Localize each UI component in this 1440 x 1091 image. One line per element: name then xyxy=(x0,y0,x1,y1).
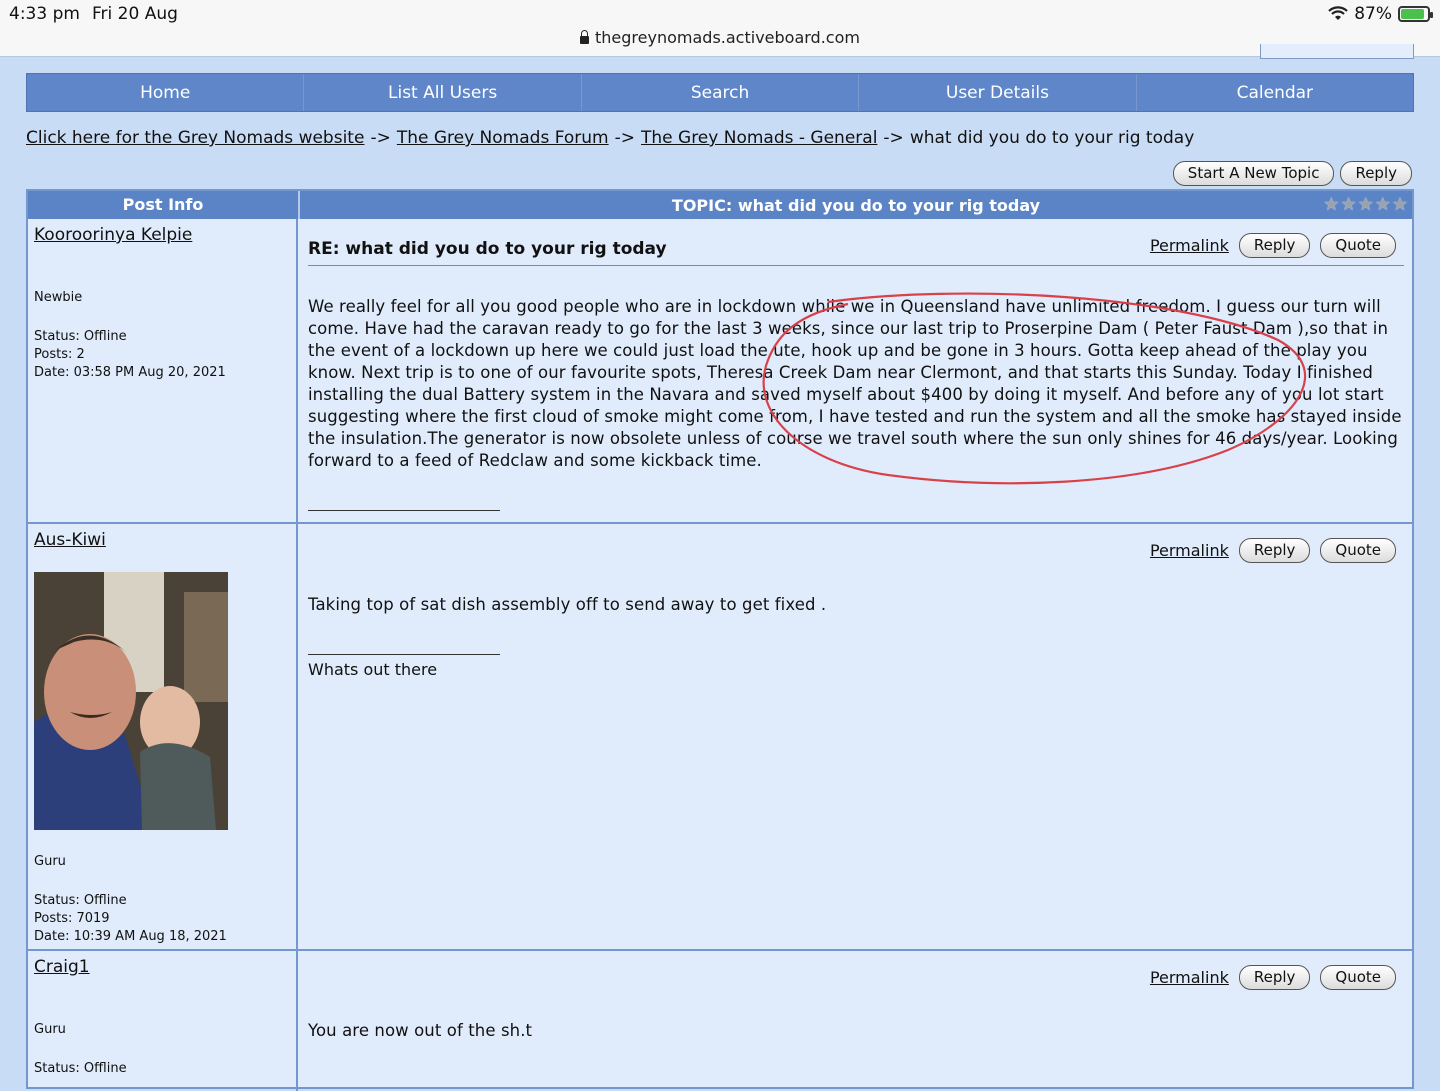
signature-divider xyxy=(308,654,500,655)
post-signature: Whats out there xyxy=(308,660,438,679)
title-divider xyxy=(308,265,1404,266)
breadcrumb-current: what did you do to your rig today xyxy=(909,128,1195,148)
quote-button[interactable]: Quote xyxy=(1320,965,1396,990)
permalink-link[interactable]: Permalink xyxy=(1150,236,1229,255)
post-body: You are now out of the sh.t xyxy=(308,1021,533,1040)
post-date: Date: 10:39 AM Aug 18, 2021 xyxy=(34,929,227,944)
quote-button[interactable]: Quote xyxy=(1320,538,1396,563)
breadcrumb: Click here for the Grey Nomads website ->… xyxy=(26,128,1194,148)
status-date: Fri 20 Aug xyxy=(92,4,178,24)
author-post-count: Posts: 7019 xyxy=(34,911,110,926)
topic-reply-button[interactable]: Reply xyxy=(1340,161,1412,186)
permalink-link[interactable]: Permalink xyxy=(1150,968,1229,987)
post-row: Craig1 Guru Status: Offline Permalink Re… xyxy=(28,949,1412,1091)
topic-table: Post Info TOPIC: what did you do to your… xyxy=(26,189,1414,1091)
permalink-link[interactable]: Permalink xyxy=(1150,541,1229,560)
star-icon[interactable]: ★ xyxy=(1358,196,1374,214)
lock-icon xyxy=(580,30,590,44)
post-body: Taking top of sat dish assembly off to s… xyxy=(308,595,827,614)
author-rank: Newbie xyxy=(34,290,83,305)
post-actions: Permalink Reply Quote xyxy=(1150,538,1396,563)
post-author-info: Kooroorinya Kelpie Newbie Status: Offlin… xyxy=(28,219,298,522)
author-rank: Guru xyxy=(34,854,66,869)
post-row: Kooroorinya Kelpie Newbie Status: Offlin… xyxy=(28,219,1412,522)
star-icon[interactable]: ★ xyxy=(1340,196,1356,214)
nav-user-details[interactable]: User Details xyxy=(859,74,1137,111)
post-actions: Permalink Reply Quote xyxy=(1150,233,1396,258)
battery-percent: 87% xyxy=(1354,4,1392,24)
post-date: Date: 03:58 PM Aug 20, 2021 xyxy=(34,365,226,380)
status-right: 87% xyxy=(1328,4,1433,24)
avatar-photo xyxy=(34,572,228,830)
avatar xyxy=(34,572,228,830)
topic-title-header: TOPIC: what did you do to your rig today xyxy=(671,196,1041,215)
star-icon[interactable]: ★ xyxy=(1323,196,1339,214)
post-row: Aus-Kiwi Guru Status: Offline Posts: 701… xyxy=(28,522,1412,951)
post-title: RE: what did you do to your rig today xyxy=(308,239,667,259)
reply-button[interactable]: Reply xyxy=(1238,233,1311,258)
breadcrumb-separator: -> xyxy=(883,128,904,148)
post-info-header: Post Info xyxy=(28,191,300,219)
author-status: Status: Offline xyxy=(34,329,127,344)
wifi-icon xyxy=(1328,6,1348,20)
star-icon[interactable]: ★ xyxy=(1375,196,1391,214)
post-actions: Permalink Reply Quote xyxy=(1150,965,1396,990)
battery-icon xyxy=(1398,6,1433,22)
search-box-fragment xyxy=(1260,44,1414,59)
start-new-topic-button[interactable]: Start A New Topic xyxy=(1172,161,1335,186)
nav-search[interactable]: Search xyxy=(582,74,860,111)
url-text: thegreynomads.activeboard.com xyxy=(595,28,860,47)
nav-list-all-users[interactable]: List All Users xyxy=(304,74,582,111)
post-body: We really feel for all you good people w… xyxy=(308,297,1402,470)
nav-calendar[interactable]: Calendar xyxy=(1137,74,1413,111)
topic-actions: Start A New Topic Reply xyxy=(1172,161,1412,186)
table-header: Post Info TOPIC: what did you do to your… xyxy=(28,191,1412,219)
author-status: Status: Offline xyxy=(34,1061,127,1076)
breadcrumb-link-general[interactable]: The Grey Nomads - General xyxy=(641,128,877,148)
topic-rating[interactable]: ★ ★ ★ ★ ★ xyxy=(1323,196,1408,214)
author-post-count: Posts: 2 xyxy=(34,347,85,362)
breadcrumb-separator: -> xyxy=(370,128,391,148)
author-link[interactable]: Kooroorinya Kelpie xyxy=(34,225,192,245)
main-nav: Home List All Users Search User Details … xyxy=(26,73,1414,112)
post-content: RE: what did you do to your rig today Pe… xyxy=(298,219,1412,522)
address-bar[interactable]: thegreynomads.activeboard.com xyxy=(0,28,1440,47)
breadcrumb-link-forum[interactable]: The Grey Nomads Forum xyxy=(397,128,609,148)
status-bar: 4:33 pm Fri 20 Aug 87% thegreynomads.act… xyxy=(0,0,1440,57)
author-link[interactable]: Craig1 xyxy=(34,957,90,977)
breadcrumb-link-website[interactable]: Click here for the Grey Nomads website xyxy=(26,128,364,148)
reply-button[interactable]: Reply xyxy=(1238,965,1311,990)
post-content: Permalink Reply Quote Taking top of sat … xyxy=(298,524,1412,951)
author-link[interactable]: Aus-Kiwi xyxy=(34,530,106,550)
author-status: Status: Offline xyxy=(34,893,127,908)
nav-home[interactable]: Home xyxy=(27,74,305,111)
breadcrumb-separator: -> xyxy=(614,128,635,148)
post-author-info: Aus-Kiwi Guru Status: Offline Posts: 701… xyxy=(28,524,298,951)
author-rank: Guru xyxy=(34,1022,66,1037)
reply-button[interactable]: Reply xyxy=(1238,538,1311,563)
signature-divider xyxy=(308,510,500,511)
star-icon[interactable]: ★ xyxy=(1392,196,1408,214)
quote-button[interactable]: Quote xyxy=(1320,233,1396,258)
status-time: 4:33 pm xyxy=(9,4,80,24)
post-author-info: Craig1 Guru Status: Offline xyxy=(28,951,298,1091)
post-content: Permalink Reply Quote You are now out of… xyxy=(298,951,1412,1091)
